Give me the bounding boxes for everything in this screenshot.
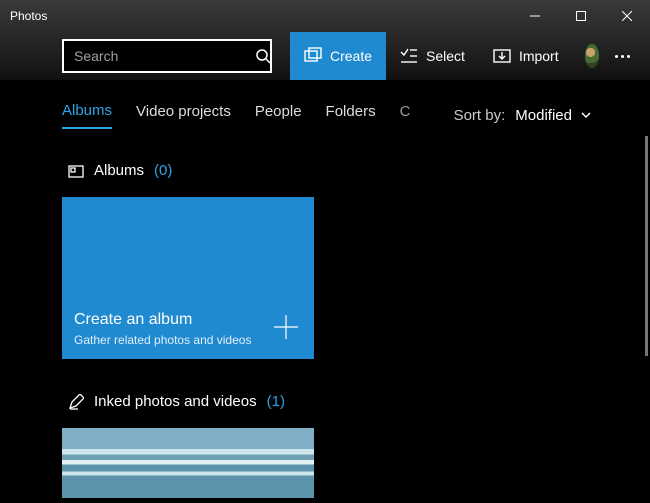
sort-label: Sort by: bbox=[454, 107, 506, 124]
title-bar: Photos bbox=[0, 0, 650, 32]
create-album-title: Create an album bbox=[74, 311, 302, 329]
content-area: Albums (0) Create an album Gather relate… bbox=[0, 136, 650, 498]
create-album-subtitle: Gather related photos and videos bbox=[74, 333, 302, 347]
select-button[interactable]: Select bbox=[386, 32, 479, 80]
toolbar: Create Select Import bbox=[0, 32, 650, 80]
inked-thumbnail[interactable] bbox=[62, 428, 314, 498]
inked-section-header: Inked photos and videos (1) bbox=[68, 393, 650, 410]
select-icon bbox=[400, 47, 418, 65]
albums-count: (0) bbox=[154, 162, 172, 179]
tab-people[interactable]: People bbox=[255, 103, 302, 128]
import-button[interactable]: Import bbox=[479, 32, 573, 80]
inked-count: (1) bbox=[267, 393, 285, 410]
minimize-button[interactable] bbox=[512, 0, 558, 32]
search-box[interactable] bbox=[62, 39, 272, 73]
search-icon[interactable] bbox=[255, 48, 271, 64]
tab-folders[interactable]: Folders bbox=[326, 103, 376, 128]
tab-albums[interactable]: Albums bbox=[62, 102, 112, 129]
sort-value: Modified bbox=[515, 107, 572, 124]
window-title: Photos bbox=[10, 9, 47, 23]
plus-icon bbox=[272, 313, 300, 341]
create-label: Create bbox=[330, 48, 372, 64]
maximize-button[interactable] bbox=[558, 0, 604, 32]
chevron-down-icon bbox=[580, 109, 592, 121]
albums-section-label: Albums bbox=[94, 162, 144, 179]
albums-section-header: Albums (0) bbox=[68, 162, 650, 179]
create-button[interactable]: Create bbox=[290, 32, 386, 80]
user-avatar[interactable] bbox=[585, 44, 599, 68]
scrollbar[interactable] bbox=[645, 136, 648, 356]
close-button[interactable] bbox=[604, 0, 650, 32]
more-button[interactable] bbox=[607, 55, 638, 58]
albums-section-icon bbox=[68, 163, 84, 179]
tab-row: Albums Video projects People Folders C S… bbox=[0, 80, 650, 136]
import-icon bbox=[493, 47, 511, 65]
inked-section-label: Inked photos and videos bbox=[94, 393, 257, 410]
pen-icon bbox=[68, 394, 84, 410]
sort-dropdown[interactable]: Modified bbox=[515, 107, 592, 124]
tab-video-projects[interactable]: Video projects bbox=[136, 103, 231, 128]
create-icon bbox=[304, 47, 322, 65]
tab-overflow[interactable]: C bbox=[400, 103, 412, 128]
search-input[interactable] bbox=[74, 48, 255, 64]
create-album-tile[interactable]: Create an album Gather related photos an… bbox=[62, 197, 314, 359]
select-label: Select bbox=[426, 48, 465, 64]
window-controls bbox=[512, 0, 650, 32]
import-label: Import bbox=[519, 48, 559, 64]
